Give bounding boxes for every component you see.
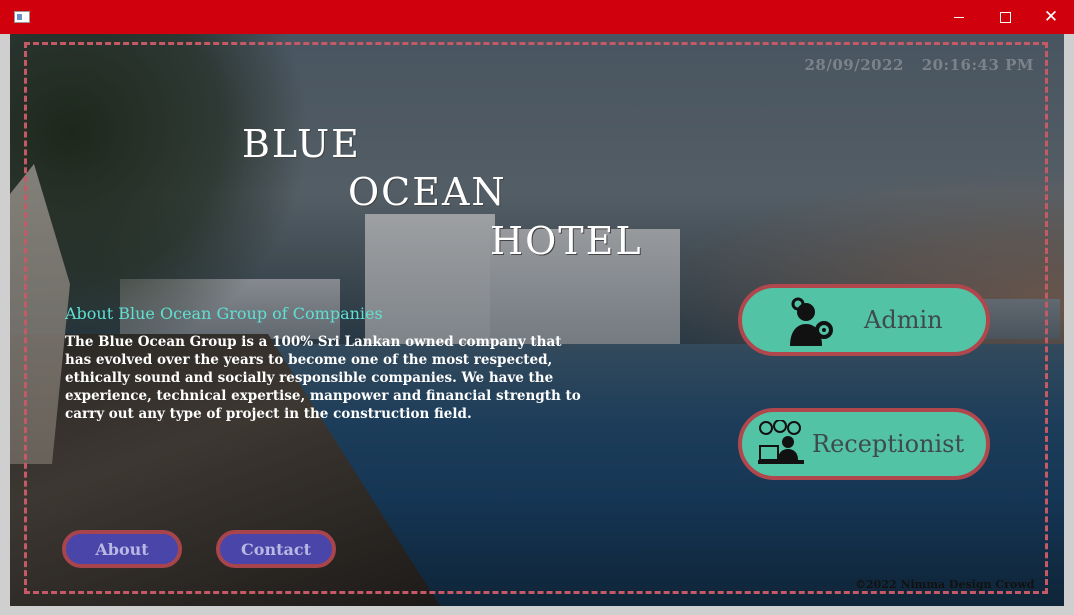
receptionist-label: Receptionist (812, 430, 965, 458)
copyright-text: ©2022 Nimma Design Crowd (855, 578, 1035, 591)
admin-label: Admin (864, 306, 943, 334)
app-window: ✕ 28/09/2022 20:16:43 PM BLUE OCEAN HOTE… (0, 0, 1074, 615)
admin-button[interactable]: Admin (738, 284, 990, 356)
datetime-display: 28/09/2022 20:16:43 PM (793, 56, 1035, 74)
about-button[interactable]: About (62, 530, 182, 568)
minimize-button[interactable] (936, 0, 982, 34)
title-line-blue: BLUE (242, 122, 361, 166)
about-paragraph: The Blue Ocean Group is a 100% Sri Lanka… (65, 334, 581, 422)
date-label: 28/09/2022 (804, 56, 904, 74)
time-label: 20:16:43 PM (921, 56, 1034, 74)
minimize-icon (954, 16, 964, 18)
about-heading: About Blue Ocean Group of Companies (65, 304, 383, 323)
contact-button-label: Contact (241, 539, 311, 559)
about-button-label: About (95, 539, 149, 559)
close-icon: ✕ (1043, 6, 1059, 27)
close-button[interactable]: ✕ (1028, 0, 1074, 34)
title-line-hotel: HOTEL (490, 219, 643, 263)
background-scene: 28/09/2022 20:16:43 PM BLUE OCEAN HOTEL … (10, 34, 1064, 606)
title-bar: ✕ (0, 0, 1074, 34)
maximize-button[interactable] (982, 0, 1028, 34)
contact-button[interactable]: Contact (216, 530, 336, 568)
receptionist-button[interactable]: Receptionist (738, 408, 990, 480)
admin-gear-user-icon (786, 296, 836, 354)
maximize-icon (999, 11, 1011, 23)
receptionist-desk-icon (758, 419, 806, 476)
title-line-ocean: OCEAN (348, 170, 507, 214)
app-icon (14, 11, 30, 23)
